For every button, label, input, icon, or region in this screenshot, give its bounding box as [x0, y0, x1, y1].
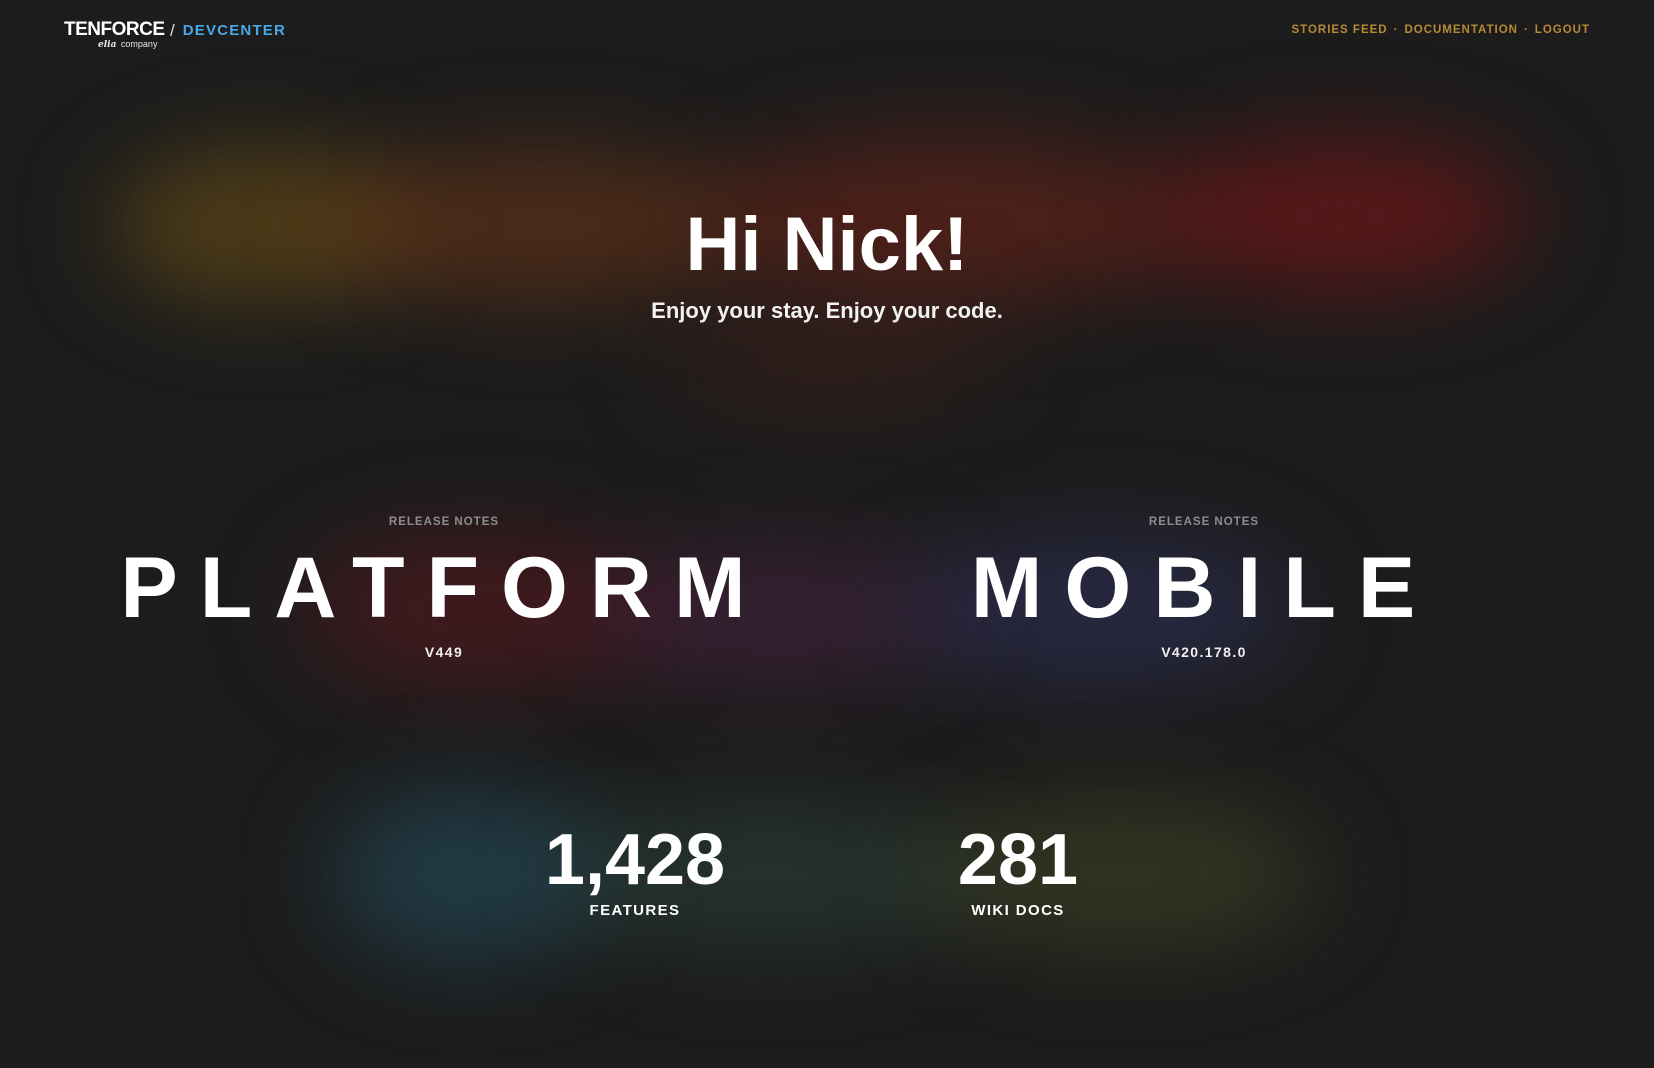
release-notes-kicker: RELEASE NOTES	[1148, 516, 1260, 528]
stat-features[interactable]: 1,428 FEATURES	[490, 820, 780, 919]
greeting-title: Hi Nick!	[685, 202, 969, 287]
release-notes-version: V449	[424, 644, 464, 660]
logo-subtitle-script: elia	[98, 40, 117, 50]
greeting: Hi Nick! Enjoy your stay. Enjoy your cod…	[0, 200, 1654, 324]
release-notes-kicker: RELEASE NOTES	[388, 516, 500, 528]
stat-label: FEATURES	[589, 902, 681, 919]
release-notes-title: MOBILE	[970, 540, 1438, 636]
greeting-subtitle: Enjoy your stay. Enjoy your code.	[651, 298, 1003, 323]
stat-wiki-docs[interactable]: 281 WIKI DOCS	[900, 820, 1136, 919]
devcenter-link[interactable]: DEVCENTER	[183, 20, 286, 42]
nav-stories-feed[interactable]: STORIES FEED	[1291, 24, 1387, 36]
nav-separator: ·	[1523, 24, 1529, 36]
nav-separator: ·	[1393, 24, 1399, 36]
nav-documentation[interactable]: DOCUMENTATION	[1404, 24, 1518, 36]
stat-label: WIKI DOCS	[971, 902, 1065, 919]
release-notes-platform[interactable]: RELEASE NOTES PLATFORM V449	[104, 516, 784, 660]
top-header: TENFORCE elia company / DEVCENTER STORIE…	[64, 18, 1590, 58]
nav-logout[interactable]: LOGOUT	[1535, 24, 1590, 36]
release-notes-version: V420.178.0	[1161, 644, 1247, 660]
release-notes-mobile[interactable]: RELEASE NOTES MOBILE V420.178.0	[864, 516, 1544, 660]
logo-subtitle-text: company	[120, 39, 158, 49]
stat-value: 1,428	[544, 820, 726, 900]
page: TENFORCE elia company / DEVCENTER STORIE…	[0, 0, 1654, 1068]
logo-subtitle: elia company	[98, 39, 157, 50]
release-notes-title: PLATFORM	[120, 540, 768, 636]
top-nav: STORIES FEED · DOCUMENTATION · LOGOUT	[1291, 24, 1590, 36]
brand-separator: /	[170, 21, 175, 40]
brand: TENFORCE elia company / DEVCENTER	[64, 20, 286, 52]
tenforce-logo[interactable]: TENFORCE elia company	[64, 19, 165, 52]
stat-value: 281	[957, 820, 1079, 900]
logo-wordmark: TENFORCE	[64, 19, 165, 40]
